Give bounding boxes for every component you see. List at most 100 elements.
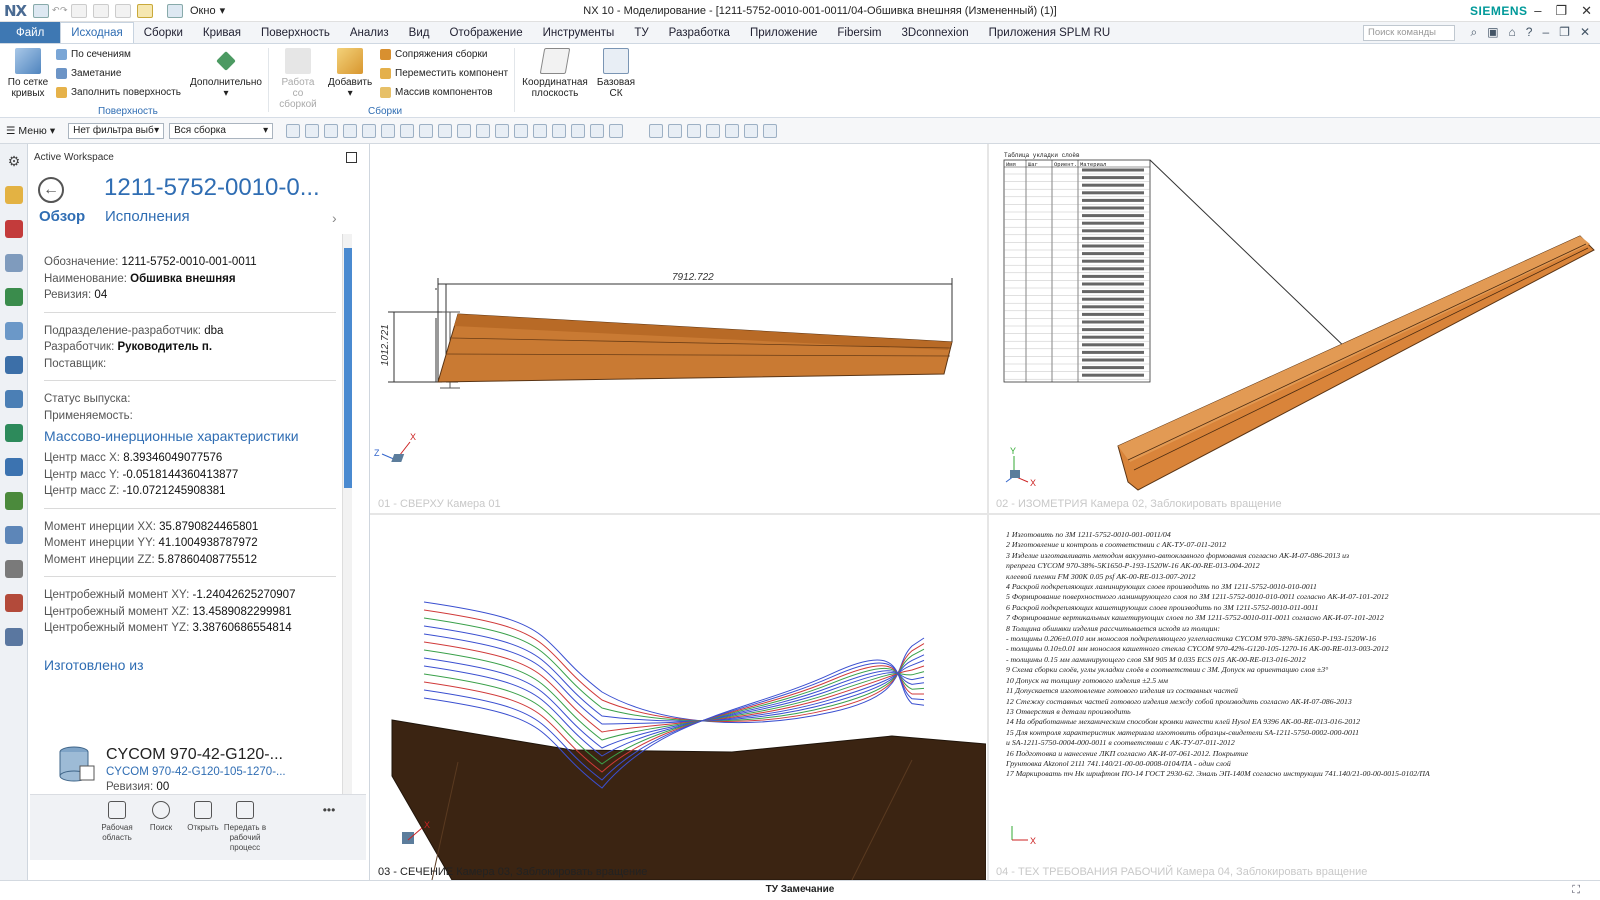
palette-icon[interactable] xyxy=(5,594,23,612)
existing-point-icon[interactable] xyxy=(552,123,567,138)
scope-select[interactable]: Вся сборка ▾ xyxy=(169,122,274,139)
menu-button[interactable]: ☰ Меню ▾ xyxy=(6,125,55,137)
move-component-button[interactable]: Переместить компонент xyxy=(380,68,508,79)
help-icon[interactable]: ? xyxy=(1526,25,1533,40)
snap-point-icon[interactable] xyxy=(324,123,339,138)
send-to-workflow-button[interactable]: Передать в рабочий процесс xyxy=(220,801,270,853)
back-arrow-icon[interactable]: ← xyxy=(38,177,64,203)
web-browser-icon[interactable] xyxy=(5,356,23,374)
midpoint-icon[interactable] xyxy=(457,123,472,138)
datum-csys-button[interactable]: Базовая СК xyxy=(596,48,636,99)
copy-icon[interactable] xyxy=(93,3,109,18)
manufacturing-wizards-icon[interactable] xyxy=(5,492,23,510)
workspace-button[interactable]: Рабочая область xyxy=(92,801,142,843)
tab-surface[interactable]: Поверхность xyxy=(251,22,340,43)
cut-icon[interactable] xyxy=(71,3,87,18)
material-item[interactable]: CYCOM 970-42-G120-... CYCOM 970-42-G120-… xyxy=(56,744,336,800)
sweep-button[interactable]: Заметание xyxy=(56,68,121,79)
redo-icon[interactable]: ↷ xyxy=(60,5,68,16)
fill-surface-button[interactable]: Заполнить поверхность xyxy=(56,87,181,98)
tab-3dconnexion[interactable]: 3Dconnexion xyxy=(892,22,979,43)
reuse-library-icon[interactable] xyxy=(5,288,23,306)
fullscreen-icon[interactable]: ⛶ xyxy=(1572,884,1580,897)
close-icon[interactable]: ✕ xyxy=(1581,3,1592,19)
made-from-title[interactable]: Изготовлено из xyxy=(44,657,336,673)
close-icon[interactable]: ✕ xyxy=(1580,25,1590,40)
datum-plane-button[interactable]: Координатная плоскость xyxy=(522,48,588,99)
window-menu[interactable]: Окно ▾ xyxy=(164,3,225,18)
home-icon[interactable]: ⌂ xyxy=(1509,25,1516,40)
through-curves-button[interactable]: По сечениям xyxy=(56,49,131,60)
more-options-button[interactable]: ••• xyxy=(304,804,354,816)
paste-icon[interactable] xyxy=(115,3,131,18)
assembly-navigator-icon[interactable] xyxy=(5,186,23,204)
system-scenes-icon[interactable] xyxy=(5,560,23,578)
control-point-icon[interactable] xyxy=(476,123,491,138)
process-studio-icon[interactable] xyxy=(5,458,23,476)
feature-filter-icon[interactable] xyxy=(343,123,358,138)
tab-overview[interactable]: Обзор xyxy=(39,208,85,225)
render-style-icon[interactable] xyxy=(725,123,740,138)
touch-mode-icon[interactable] xyxy=(137,3,153,18)
tab-application[interactable]: Приложение xyxy=(740,22,827,43)
minimize-icon[interactable]: – xyxy=(1542,25,1549,40)
tab-revisions[interactable]: Исполнения xyxy=(105,208,190,225)
tab-assemblies[interactable]: Сборки xyxy=(134,22,193,43)
section-view-icon[interactable] xyxy=(763,123,778,138)
lasso-icon[interactable] xyxy=(362,123,377,138)
more-button[interactable]: Дополнительно ▾ xyxy=(190,48,262,99)
endpoint-icon[interactable] xyxy=(438,123,453,138)
point-on-face-icon[interactable] xyxy=(590,123,605,138)
quadrant-icon[interactable] xyxy=(533,123,548,138)
tab-view[interactable]: Вид xyxy=(399,22,440,43)
part-navigator-icon[interactable] xyxy=(5,254,23,272)
tab-render[interactable]: Отображение xyxy=(439,22,532,43)
tab-develop[interactable]: Разработка xyxy=(659,22,740,43)
save-icon[interactable] xyxy=(33,3,49,18)
intersection-icon[interactable] xyxy=(495,123,510,138)
add-component-button[interactable]: Добавить ▾ xyxy=(328,48,372,99)
tab-home[interactable]: Исходная xyxy=(60,22,134,43)
mass-properties-title[interactable]: Массово-инерционные характеристики xyxy=(44,428,336,444)
restore-icon[interactable]: ❐ xyxy=(1559,25,1570,40)
solid-body-icon[interactable] xyxy=(400,123,415,138)
arc-center-icon[interactable] xyxy=(514,123,529,138)
rotate-icon[interactable] xyxy=(687,123,702,138)
fit-view-icon[interactable] xyxy=(649,123,664,138)
viewport-isometric[interactable]: Таблица укладки слоёв Имя Шаг Ориент. Ма… xyxy=(990,146,1600,512)
list-icon[interactable] xyxy=(5,628,23,646)
material-id[interactable]: CYCOM 970-42-G120-105-1270-... xyxy=(106,766,286,778)
search-icon[interactable]: ⌕ xyxy=(1470,25,1477,40)
point-on-curve-icon[interactable] xyxy=(571,123,586,138)
bounded-grid-icon[interactable] xyxy=(609,123,624,138)
component-array-button[interactable]: Массив компонентов xyxy=(380,87,493,98)
tab-tools[interactable]: Инструменты xyxy=(533,22,625,43)
assembly-constraints-button[interactable]: Сопряжения сборки xyxy=(380,49,487,60)
curve-filter-icon[interactable] xyxy=(419,123,434,138)
type-filter-select[interactable]: Нет фильтра выб ▾ xyxy=(68,122,165,139)
roles-icon[interactable] xyxy=(5,526,23,544)
gear-icon[interactable]: ⚙ xyxy=(5,152,23,170)
scrollbar-thumb[interactable] xyxy=(344,248,352,488)
tab-tu[interactable]: ТУ xyxy=(624,22,658,43)
by-curve-grid-button[interactable]: По сетке кривых xyxy=(6,48,50,99)
restore-icon[interactable]: ❐ xyxy=(1555,3,1567,19)
window-layout-icon[interactable]: ▣ xyxy=(1487,25,1498,40)
minimize-icon[interactable]: – xyxy=(1534,3,1541,19)
layer-icon[interactable] xyxy=(744,123,759,138)
box-select-icon[interactable] xyxy=(381,123,396,138)
panel-scrollbar[interactable] xyxy=(342,234,352,794)
chevron-right-icon[interactable]: › xyxy=(332,210,337,226)
constraint-navigator-icon[interactable] xyxy=(5,220,23,238)
tab-fibersim[interactable]: Fibersim xyxy=(827,22,891,43)
history-icon[interactable] xyxy=(5,390,23,408)
deselect-icon[interactable] xyxy=(305,123,320,138)
hd3d-tools-icon[interactable] xyxy=(5,322,23,340)
command-search-input[interactable]: Поиск команды xyxy=(1363,25,1455,41)
undo-icon[interactable]: ↶ xyxy=(52,5,60,16)
zoom-icon[interactable] xyxy=(668,123,683,138)
orient-view-icon[interactable] xyxy=(706,123,721,138)
viewport-tech-requirements[interactable]: 1 Изготовить по ЗМ 1211-5752-0010-001-00… xyxy=(990,516,1600,880)
select-all-icon[interactable] xyxy=(286,123,301,138)
viewport-section[interactable]: X 03 - СЕЧЕНИЕ Камера 03, Заблокировать … xyxy=(372,516,986,880)
